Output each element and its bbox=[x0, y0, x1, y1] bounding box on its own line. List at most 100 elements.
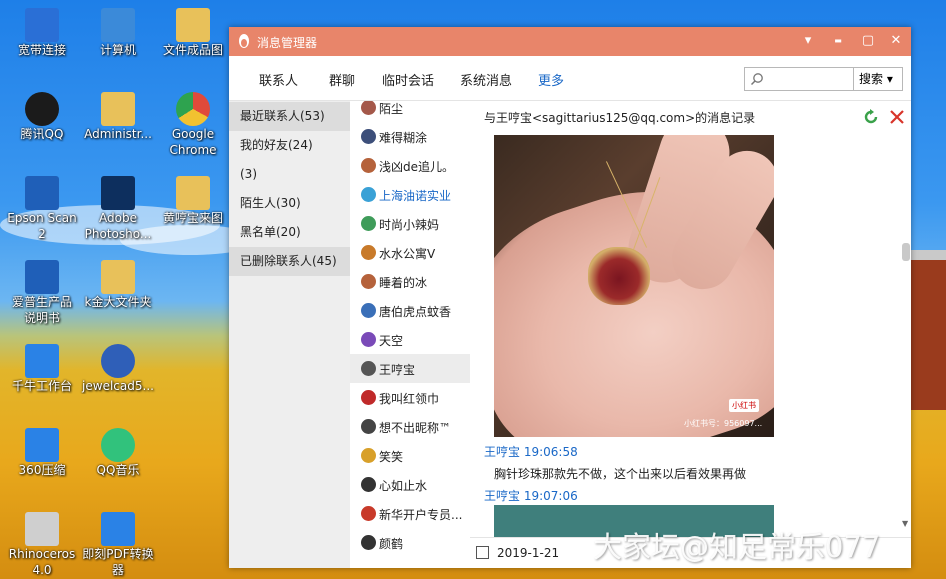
desktop-icon-folder-images[interactable]: 黄哼宝来图 bbox=[151, 176, 235, 226]
avatar bbox=[361, 535, 376, 550]
contact-item[interactable]: 笑笑 bbox=[350, 441, 470, 470]
desktop-icon-chrome[interactable]: Google Chrome bbox=[151, 92, 235, 158]
desktop-icon-360zip[interactable]: 360压缩 bbox=[0, 428, 84, 478]
folder-icon bbox=[101, 260, 135, 294]
contact-item[interactable]: 上海油诺实业 bbox=[350, 180, 470, 209]
avatar bbox=[361, 274, 376, 289]
search-input[interactable] bbox=[744, 67, 854, 91]
record-date: 2019-1-21 bbox=[497, 546, 560, 560]
contact-item[interactable]: 想不出昵称™ bbox=[350, 412, 470, 441]
scanner-icon bbox=[25, 176, 59, 210]
folder-icon bbox=[176, 8, 210, 42]
desktop-icon-k-gold-folder[interactable]: k金大文件夹 bbox=[76, 260, 160, 310]
chat-record-header: 与王哼宝<sagittarius125@qq.com>的消息记录 bbox=[484, 111, 756, 125]
avatar bbox=[361, 477, 376, 492]
calendar-icon[interactable] bbox=[476, 546, 489, 559]
desktop-icon-broadband[interactable]: 宽带连接 bbox=[0, 8, 84, 58]
contact-item[interactable]: 陌尘 bbox=[350, 101, 470, 122]
scrollbar-thumb[interactable] bbox=[902, 243, 910, 261]
barn bbox=[910, 260, 946, 410]
folder-icon bbox=[176, 176, 210, 210]
photo-watermark: 小红书 bbox=[729, 399, 759, 412]
desktop-icon-rhinoceros[interactable]: Rhinoceros 4.0 bbox=[0, 512, 84, 578]
delete-icon[interactable] bbox=[888, 108, 906, 126]
desktop-icon-epson-scan[interactable]: Epson Scan 2 bbox=[0, 176, 84, 242]
message-text: 胸针珍珠那款先不做，这个出来以后看效果再做 bbox=[494, 467, 747, 481]
maximize-button[interactable]: ▢ bbox=[859, 32, 877, 50]
titlebar[interactable]: 消息管理器 ▾ ▬ ▢ ✕ bbox=[229, 27, 911, 56]
photoshop-icon bbox=[101, 176, 135, 210]
category-strangers[interactable]: 陌生人(30) bbox=[229, 189, 350, 218]
avatar bbox=[361, 361, 376, 376]
message-meta: 王哼宝 19:06:58 bbox=[484, 443, 578, 460]
contact-item[interactable]: 心如止水 bbox=[350, 470, 470, 499]
user-folder-icon bbox=[101, 92, 135, 126]
dropdown-menu-button[interactable]: ▾ bbox=[799, 32, 817, 50]
search-button-label: 搜索 ▾ bbox=[859, 72, 893, 86]
contact-item[interactable]: 新华开户专员... bbox=[350, 499, 470, 528]
avatar bbox=[361, 158, 376, 173]
desktop-icon-computer[interactable]: 计算机 bbox=[76, 8, 160, 58]
jewelcad-icon bbox=[101, 344, 135, 378]
contact-item[interactable]: 我叫红领巾 bbox=[350, 383, 470, 412]
desktop-icon-administrator[interactable]: Administr... bbox=[76, 92, 160, 142]
desktop-icon-qq[interactable]: 腾讯QQ bbox=[0, 92, 84, 142]
message-time: 19:06:58 bbox=[523, 445, 578, 459]
contact-item[interactable]: 天空 bbox=[350, 325, 470, 354]
message-sender: 王哼宝 bbox=[484, 445, 521, 459]
computer-icon bbox=[101, 8, 135, 42]
contact-list: 陌尘 难得糊涂 浅凶de追儿。 上海油诺实业 时尚小辣妈 水水公寓V 睡着的冰 … bbox=[350, 101, 470, 568]
category-blacklist[interactable]: 黑名单(20) bbox=[229, 218, 350, 247]
lion-pendant bbox=[588, 247, 650, 305]
tab-more[interactable]: 更多 bbox=[538, 70, 564, 89]
tab-system-messages[interactable]: 系统消息 bbox=[460, 70, 512, 89]
manual-icon bbox=[25, 260, 59, 294]
site-watermark: 大家坛@知足常乐077 bbox=[593, 530, 881, 564]
desktop-icon-photoshop[interactable]: Adobe Photosho... bbox=[76, 176, 160, 242]
minimize-button[interactable]: ▬ bbox=[829, 32, 847, 50]
contact-item[interactable]: 颜鹤 bbox=[350, 528, 470, 557]
contact-item[interactable]: 浅凶de追儿。 bbox=[350, 151, 470, 180]
nav-bar: 联系人 群聊 临时会话 系统消息 更多 搜索 ▾ bbox=[229, 56, 911, 101]
category-recent[interactable]: 最近联系人(53) bbox=[229, 102, 350, 131]
desktop-icon-jewelcad[interactable]: jewelcad5... bbox=[76, 344, 160, 394]
avatar bbox=[361, 187, 376, 202]
message-sender: 王哼宝 bbox=[484, 489, 521, 503]
qq-icon bbox=[25, 92, 59, 126]
message-time: 19:07:06 bbox=[523, 489, 578, 503]
avatar bbox=[361, 101, 376, 115]
contact-item-selected[interactable]: 王哼宝 bbox=[350, 354, 470, 383]
avatar bbox=[361, 129, 376, 144]
chat-record-panel: 与王哼宝<sagittarius125@qq.com>的消息记录 小红书 小红书… bbox=[470, 101, 911, 568]
category-deleted[interactable]: 已删除联系人(45) bbox=[229, 247, 350, 276]
contact-item[interactable]: 唐伯虎点蚊香 bbox=[350, 296, 470, 325]
contact-item[interactable]: 水水公寓V bbox=[350, 238, 470, 267]
desktop-icon-epson-manual[interactable]: 爱普生产品 说明书 bbox=[0, 260, 84, 326]
category-friends[interactable]: 我的好友(24) bbox=[229, 131, 350, 160]
desktop-icon-folder-products[interactable]: 文件成品图 bbox=[151, 8, 235, 58]
close-button[interactable]: ✕ bbox=[887, 32, 905, 50]
contact-item[interactable]: 难得糊涂 bbox=[350, 122, 470, 151]
tab-contacts[interactable]: 联系人 bbox=[259, 70, 298, 89]
desktop-icon-qqmusic[interactable]: QQ音乐 bbox=[76, 428, 160, 478]
scroll-down-arrow[interactable]: ▼ bbox=[902, 519, 908, 528]
contact-item[interactable]: 睡着的冰 bbox=[350, 267, 470, 296]
refresh-icon[interactable] bbox=[862, 108, 880, 126]
message-manager-window: 消息管理器 ▾ ▬ ▢ ✕ 联系人 群聊 临时会话 系统消息 更多 搜索 ▾ 最… bbox=[229, 27, 911, 568]
qianniu-icon bbox=[25, 344, 59, 378]
pdf-converter-icon bbox=[101, 512, 135, 546]
qqmusic-icon bbox=[101, 428, 135, 462]
desktop-icon-pdf-converter[interactable]: 即刻PDF转换 器 bbox=[76, 512, 160, 578]
desktop-icon-qianniu[interactable]: 千牛工作台 bbox=[0, 344, 84, 394]
contact-item[interactable]: 时尚小辣妈 bbox=[350, 209, 470, 238]
tab-temp-session[interactable]: 临时会话 bbox=[382, 70, 434, 89]
search-button[interactable]: 搜索 ▾ bbox=[853, 67, 903, 91]
message-photo[interactable]: 小红书 小红书号：956097... bbox=[494, 135, 774, 437]
tab-group-chat[interactable]: 群聊 bbox=[329, 70, 355, 89]
search-icon bbox=[750, 73, 763, 86]
avatar bbox=[361, 303, 376, 318]
avatar bbox=[361, 216, 376, 231]
category-unnamed[interactable]: (3) bbox=[229, 160, 350, 189]
avatar bbox=[361, 245, 376, 260]
window-title: 消息管理器 bbox=[257, 36, 318, 50]
